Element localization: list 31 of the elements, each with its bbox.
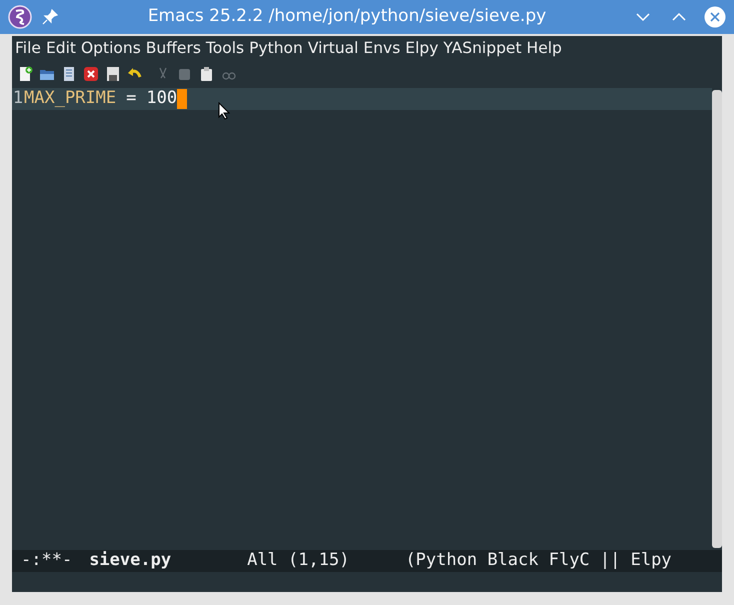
menu-item[interactable]: Virtual Envs (308, 37, 400, 61)
window-title: Emacs 25.2.2 /home/jon/python/sieve/sieve.py (148, 5, 546, 28)
menu-item[interactable]: Tools (206, 37, 244, 61)
cursor-position: All (1,15) (247, 550, 350, 572)
menu-item[interactable]: Help (526, 37, 562, 61)
text-cursor (177, 89, 188, 109)
mode-line-status: -:**- (21, 550, 72, 572)
menu-item[interactable]: YASnippet (443, 37, 522, 61)
code-token: 100 (146, 87, 178, 110)
new-file-icon[interactable] (17, 66, 33, 82)
menu-item[interactable]: Buffers (146, 37, 201, 61)
code-token: MAX_PRIME (24, 87, 116, 110)
minimize-icon[interactable] (636, 12, 650, 22)
code-token: = (126, 87, 136, 110)
menu-item[interactable]: Python (249, 37, 303, 61)
mouse-pointer-icon (218, 102, 230, 120)
major-minor-modes: (Python Black FlyC || Elpy (405, 550, 672, 572)
menu-item[interactable]: Elpy (405, 37, 438, 61)
close-icon[interactable] (704, 6, 726, 28)
scrollbar[interactable] (712, 90, 722, 548)
document-icon[interactable] (61, 66, 77, 82)
buffer-name: sieve.py (89, 550, 172, 572)
menu-item[interactable]: Options (80, 37, 141, 61)
maximize-icon[interactable] (672, 12, 686, 22)
close-buffer-icon[interactable] (83, 66, 99, 82)
emacs-logo-icon (8, 5, 32, 29)
menu-item[interactable]: File (15, 37, 41, 61)
pin-icon[interactable] (42, 9, 58, 25)
line-number: 1 (12, 87, 24, 110)
menu-item[interactable]: Edit (46, 37, 76, 61)
clipboard-icon[interactable] (199, 66, 215, 82)
